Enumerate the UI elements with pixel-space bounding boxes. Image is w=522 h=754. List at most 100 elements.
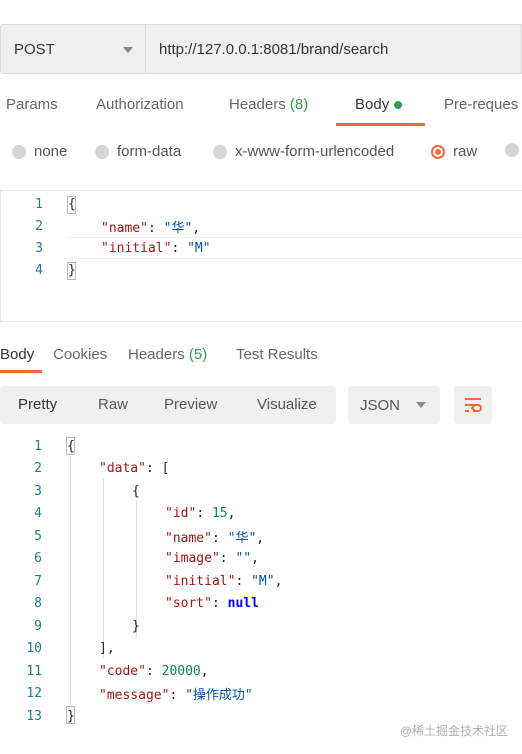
radio-form-data[interactable]: form-data (95, 143, 181, 160)
request-body-editor[interactable]: 1 { 2 "name": "华", 3 "initial": "M" 4} (0, 190, 522, 322)
code-line: ], (99, 640, 115, 656)
radio-circle-icon (505, 143, 519, 157)
url-text: http://127.0.0.1:8081/brand/search (159, 40, 389, 58)
code-line: { (132, 483, 140, 499)
json-key: "image" (165, 550, 220, 566)
json-key: "name" (165, 530, 212, 546)
chevron-down-icon (416, 402, 426, 408)
code-line: } (132, 618, 140, 634)
json-string: "华" (163, 220, 193, 236)
radio-binary[interactable] (505, 143, 522, 157)
line-number: 7 (34, 573, 42, 589)
tab-headers[interactable]: Headers (8) (229, 96, 308, 113)
tab-body[interactable]: Body (355, 96, 403, 113)
radio-urlencoded-label: x-www-form-urlencoded (235, 143, 395, 160)
active-tab-indicator (336, 123, 425, 126)
line-number: 13 (26, 708, 42, 724)
json-bracket: [ (161, 460, 170, 476)
line-number: 3 (35, 240, 43, 256)
tab-response-headers[interactable]: Headers (5) (128, 346, 207, 363)
line-number: 9 (34, 618, 42, 634)
method-label: POST (14, 40, 55, 58)
line-number: 3 (34, 483, 42, 499)
tab-cookies[interactable]: Cookies (53, 346, 107, 363)
code-line: "initial": "M", (165, 573, 283, 589)
json-string: "操作成功" (185, 687, 253, 703)
code-line: } (68, 262, 76, 278)
json-string: "" (235, 550, 252, 566)
radio-none[interactable]: none (12, 143, 67, 160)
radio-selected-icon (431, 144, 445, 159)
code-line: { (68, 196, 76, 212)
code-line: "sort": null (165, 595, 259, 611)
code-line: "code": 20000, (99, 663, 209, 679)
json-string: "M" (251, 573, 275, 589)
tab-params[interactable]: Params (6, 96, 58, 113)
radio-raw-label: raw (453, 143, 478, 160)
line-number: 11 (26, 663, 42, 679)
radio-none-label: none (34, 143, 68, 160)
format-select[interactable]: JSON (348, 386, 440, 424)
json-key: "name" (101, 220, 148, 236)
view-visualize-button[interactable]: Visualize (257, 396, 317, 413)
json-key: "sort" (165, 595, 212, 611)
code-line: "data": [ (99, 460, 170, 476)
code-line: } (67, 708, 75, 724)
view-raw-button[interactable]: Raw (98, 396, 128, 413)
body-type-radios: none form-data x-www-form-urlencoded raw (0, 140, 522, 166)
radio-circle-icon (213, 144, 227, 159)
view-pretty-button[interactable]: Pretty (18, 396, 57, 413)
code-line: "image": "", (165, 550, 259, 566)
code-line: "name": "华", (165, 530, 265, 546)
url-bar: POST http://127.0.0.1:8081/brand/search (0, 24, 522, 74)
response-headers-count: (5) (188, 346, 208, 363)
code-line: "name": "华", (101, 220, 201, 236)
json-key: "code" (99, 663, 146, 679)
line-number: 8 (34, 595, 42, 611)
line-number: 4 (35, 262, 43, 278)
line-number: 1 (34, 438, 42, 454)
line-number: 2 (34, 460, 42, 476)
json-key: "id" (165, 505, 197, 521)
json-string: "华" (227, 530, 257, 546)
line-number: 2 (35, 218, 43, 234)
view-mode-bar: Pretty Raw Preview Visualize (0, 386, 336, 424)
radio-circle-icon (95, 144, 109, 159)
line-number: 4 (34, 505, 42, 521)
line-number: 1 (35, 196, 43, 212)
radio-raw[interactable]: raw (431, 143, 477, 160)
request-tabs: Params Authorization Headers (8) Body Pr… (0, 88, 522, 126)
tab-test-results[interactable]: Test Results (236, 346, 318, 363)
json-key: "message" (99, 687, 170, 703)
tab-authorization[interactable]: Authorization (96, 96, 184, 113)
url-input[interactable]: http://127.0.0.1:8081/brand/search (145, 24, 522, 74)
wrap-lines-icon (465, 398, 482, 412)
line-number: 6 (34, 550, 42, 566)
modified-dot-icon (394, 101, 403, 110)
chevron-down-icon (123, 47, 133, 53)
code-line: "id": 15, (165, 505, 236, 521)
json-key: "data" (99, 460, 146, 476)
method-select[interactable]: POST (0, 24, 145, 74)
line-number: 10 (26, 640, 42, 656)
tab-body-label: Body (355, 96, 390, 113)
line-number: 12 (26, 685, 42, 701)
tab-response-headers-label: Headers (128, 346, 185, 363)
json-key: "initial" (101, 240, 172, 256)
radio-urlencoded[interactable]: x-www-form-urlencoded (213, 143, 394, 160)
watermark: @稀土掘金技术社区 (399, 724, 508, 738)
radio-form-data-label: form-data (117, 143, 182, 160)
json-null: null (227, 595, 259, 611)
code-line: "message": "操作成功" (99, 687, 253, 703)
tab-response-body[interactable]: Body (0, 346, 34, 363)
code-line: "initial": "M" (101, 240, 211, 256)
view-preview-button[interactable]: Preview (164, 396, 217, 413)
json-key: "initial" (165, 573, 236, 589)
response-tabs: Body Cookies Headers (5) Test Results (0, 340, 522, 374)
tab-pre-request[interactable]: Pre-reques (444, 96, 518, 113)
line-number: 5 (34, 528, 42, 544)
format-label: JSON (360, 396, 401, 414)
wrap-lines-button[interactable] (454, 386, 492, 424)
response-body-viewer[interactable]: 1 { 2 "data": [ 3 { 4 "id": 15, 5 "name": "华"… (0, 434, 522, 734)
json-number: 15 (211, 505, 228, 521)
